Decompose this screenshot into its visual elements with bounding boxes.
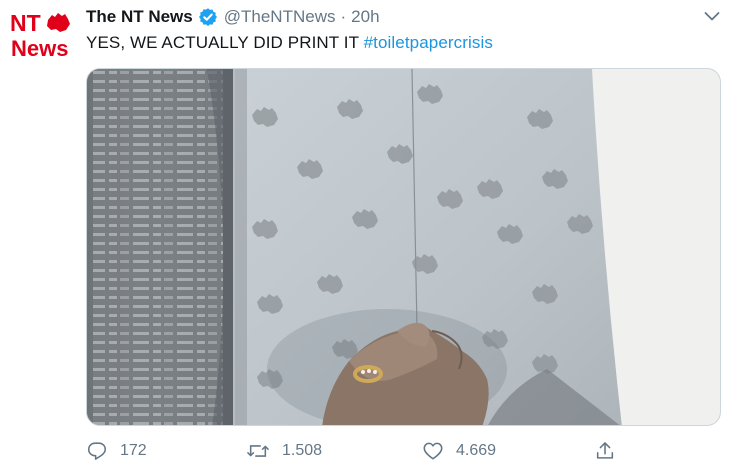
tweet-timestamp[interactable]: 20h xyxy=(351,7,379,27)
retweet-count: 1.508 xyxy=(282,442,323,459)
author-handle[interactable]: @TheNTNews xyxy=(224,7,336,27)
share-button[interactable] xyxy=(594,438,616,464)
tweet-header: The NT News @TheNTNews · 20h xyxy=(86,6,380,28)
logo-text-news: News xyxy=(11,36,68,61)
tweet-card[interactable]: NT News The NT News @TheNTNews · 20h YES… xyxy=(0,0,737,472)
logo-text-nt: NT xyxy=(10,10,41,36)
australia-map-icon xyxy=(47,13,70,32)
like-count: 4.669 xyxy=(456,442,497,459)
hashtag-link[interactable]: #toiletpapercrisis xyxy=(364,33,493,52)
reply-icon xyxy=(87,442,107,460)
avatar[interactable]: NT News xyxy=(10,10,72,62)
tweet-media-video[interactable] xyxy=(86,68,721,426)
retweet-icon xyxy=(246,445,270,457)
newsprint-toilet-paper-photo xyxy=(87,69,720,425)
retweet-button[interactable]: 1.508 xyxy=(246,438,322,464)
tweet-menu-button[interactable] xyxy=(700,4,724,28)
tweet-text: YES, WE ACTUALLY DID PRINT IT #toiletpap… xyxy=(86,33,493,53)
tweet-text-body: YES, WE ACTUALLY DID PRINT IT xyxy=(86,33,359,52)
author-name[interactable]: The NT News xyxy=(86,7,193,27)
reply-button[interactable]: 172 xyxy=(86,438,147,464)
verified-badge-icon xyxy=(198,7,218,27)
like-button[interactable]: 4.669 xyxy=(422,438,496,464)
chevron-down-icon xyxy=(704,12,720,21)
tweet-actions: 172 1.508 4.669 xyxy=(86,438,726,464)
heart-icon xyxy=(423,442,443,460)
separator-dot: · xyxy=(340,7,347,26)
share-icon xyxy=(596,442,614,459)
reply-count: 172 xyxy=(120,442,147,459)
